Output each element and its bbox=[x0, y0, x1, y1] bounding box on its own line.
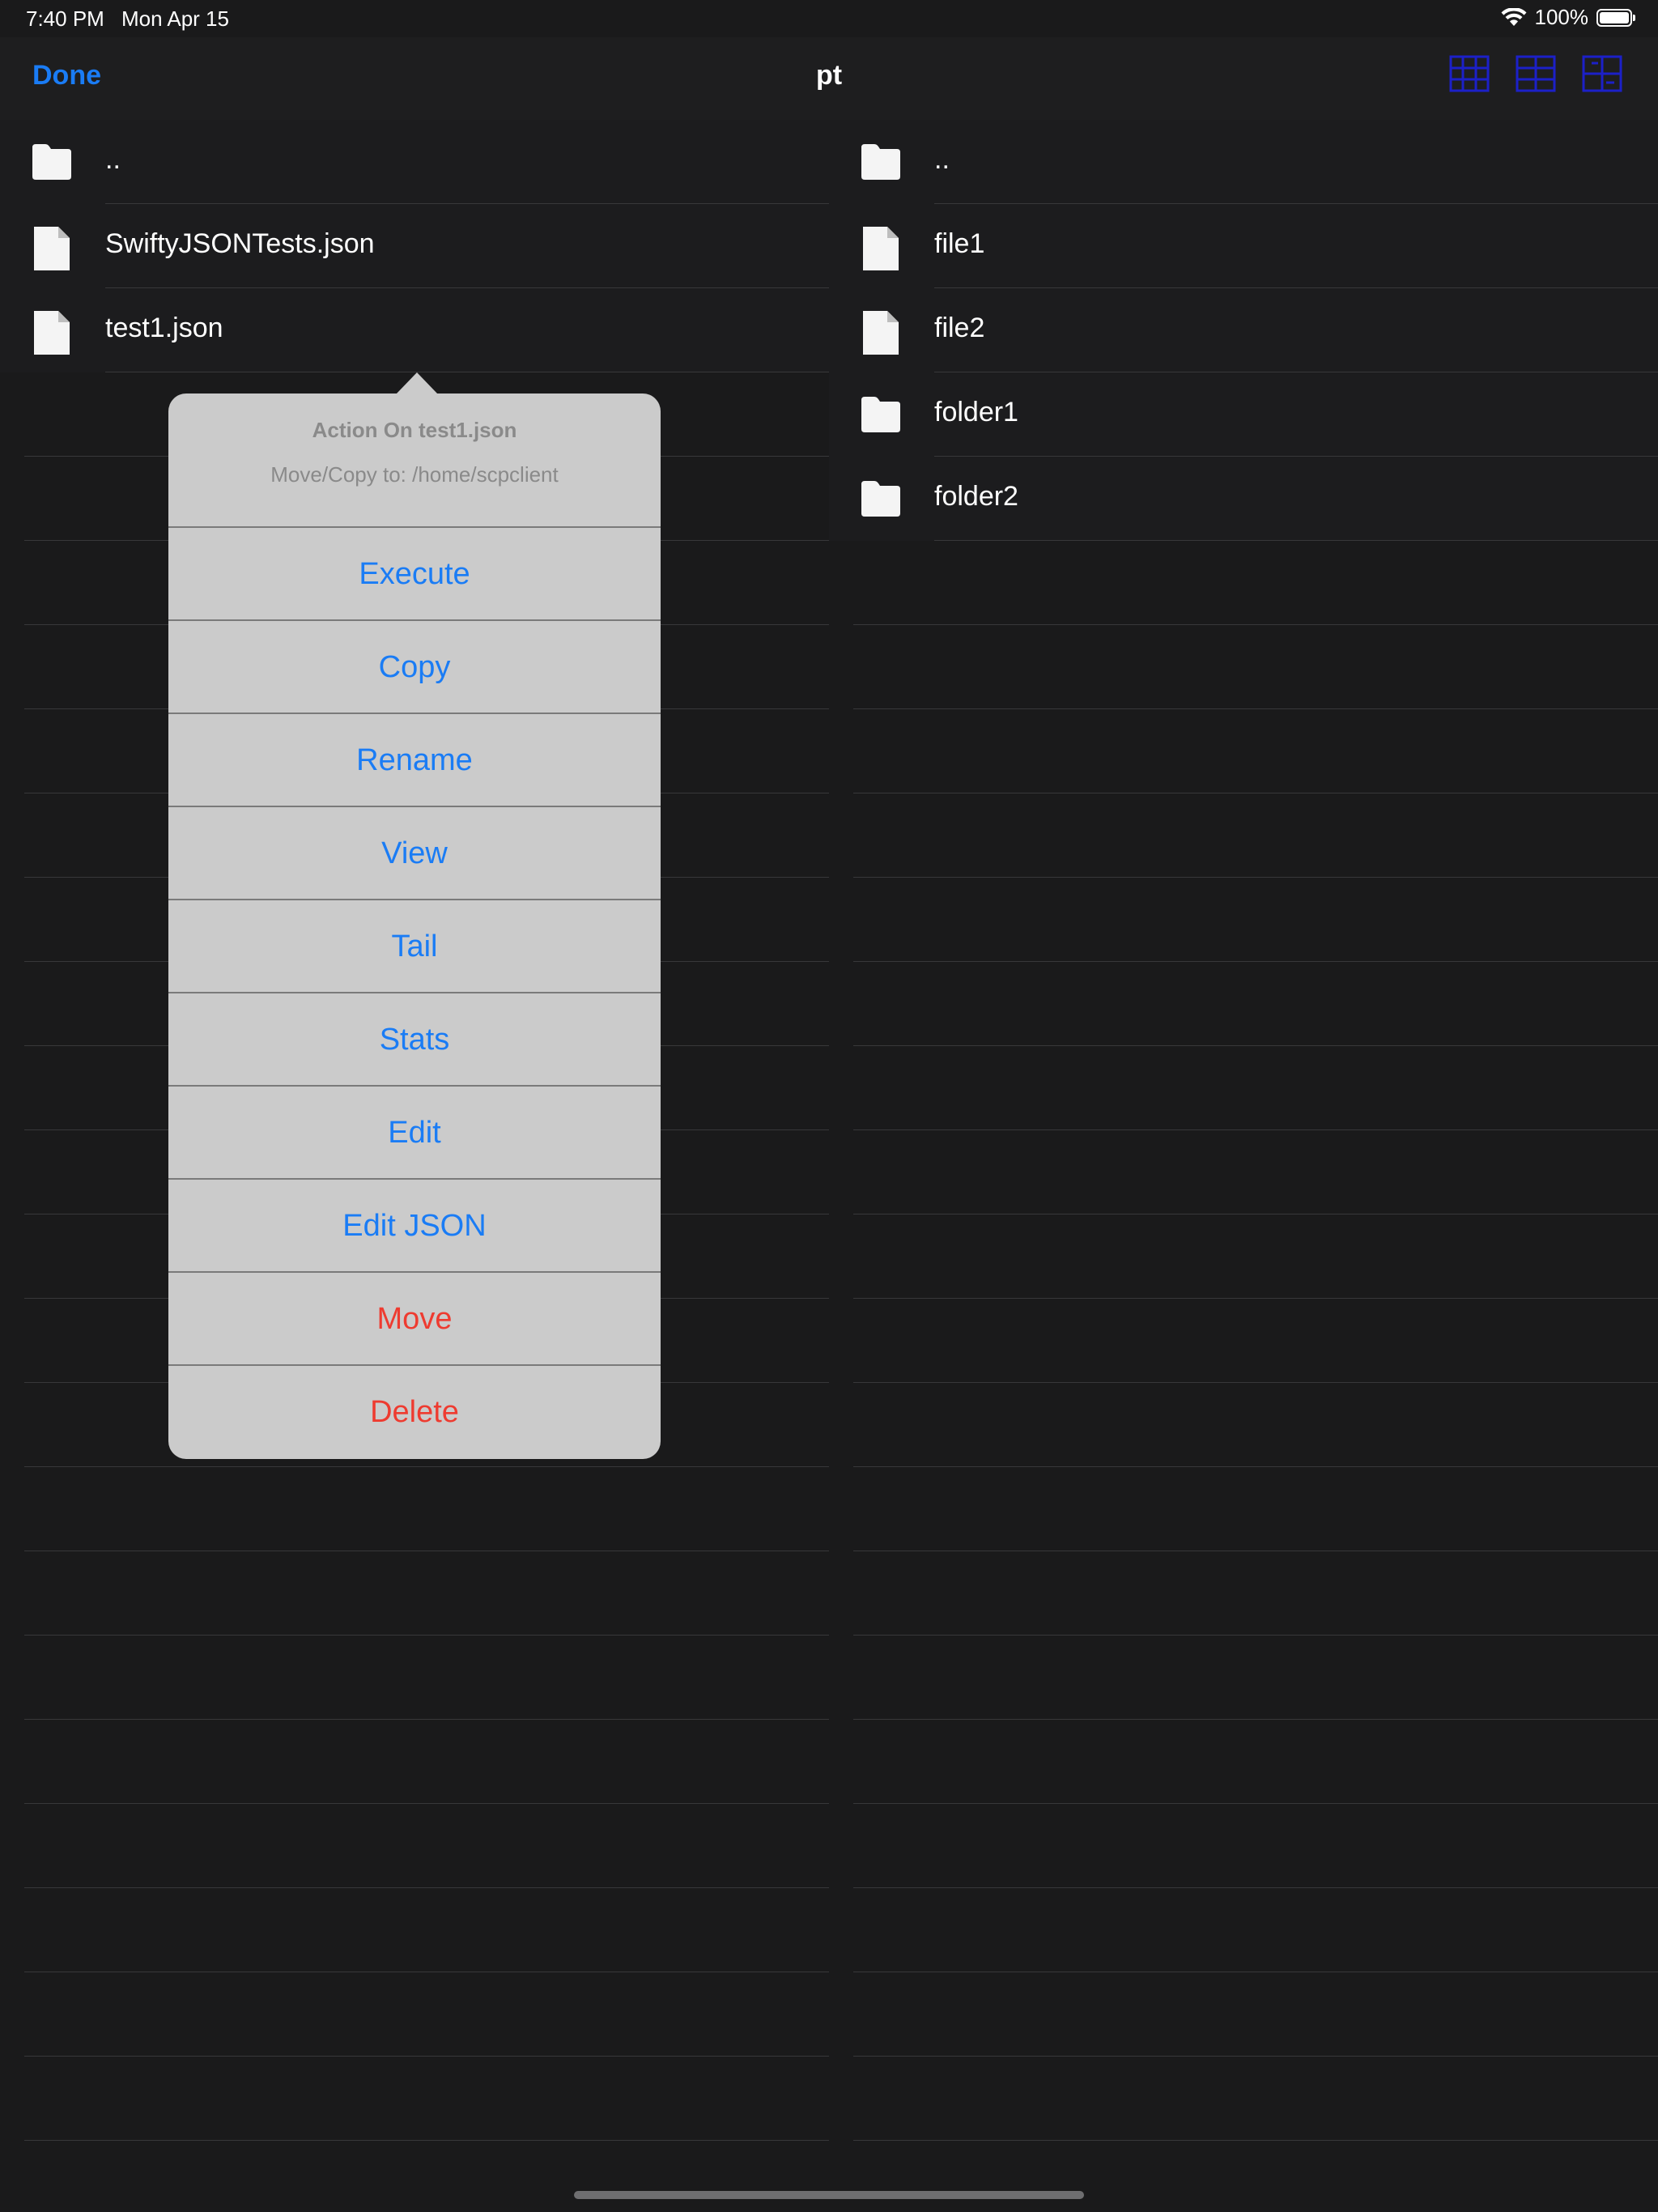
empty-row bbox=[829, 1214, 1658, 1299]
navigation-bar: Done pt bbox=[0, 37, 1658, 120]
battery-fill bbox=[1600, 11, 1629, 23]
popover-arrow bbox=[396, 372, 438, 394]
row-separator bbox=[853, 2140, 1658, 2141]
status-bar: 7:40 PM Mon Apr 15 100% bbox=[0, 0, 1658, 37]
empty-row bbox=[0, 1804, 829, 1888]
split-layout-icon[interactable] bbox=[1582, 55, 1622, 92]
empty-row bbox=[829, 1046, 1658, 1130]
action-edit-json-button[interactable]: Edit JSON bbox=[168, 1180, 661, 1273]
folder-icon bbox=[858, 143, 903, 181]
popover-message: Move/Copy to: /home/scpclient bbox=[270, 462, 559, 487]
file-row[interactable]: file1 bbox=[829, 204, 1658, 288]
home-indicator[interactable] bbox=[574, 2191, 1084, 2199]
file-row[interactable]: folder1 bbox=[829, 372, 1658, 457]
empty-row bbox=[0, 1972, 829, 2057]
action-move-button[interactable]: Move bbox=[168, 1273, 661, 1366]
empty-row bbox=[0, 1636, 829, 1720]
empty-row bbox=[0, 2057, 829, 2141]
file-icon bbox=[29, 227, 74, 274]
file-name: file2 bbox=[934, 313, 985, 343]
empty-row bbox=[829, 541, 1658, 625]
layout-switcher bbox=[1449, 55, 1622, 92]
empty-row bbox=[829, 878, 1658, 962]
action-popover: Action On test1.json Move/Copy to: /home… bbox=[168, 393, 661, 1459]
grid-layout-icon[interactable] bbox=[1449, 55, 1490, 92]
empty-row bbox=[0, 1467, 829, 1551]
folder-icon bbox=[858, 479, 903, 518]
battery-tip bbox=[1633, 14, 1635, 21]
battery-percent: 100% bbox=[1534, 5, 1589, 29]
empty-row bbox=[829, 1130, 1658, 1214]
action-rename-button[interactable]: Rename bbox=[168, 714, 661, 807]
action-edit-button[interactable]: Edit bbox=[168, 1087, 661, 1180]
folder-icon bbox=[29, 143, 74, 181]
empty-row bbox=[0, 1888, 829, 1972]
status-right: 100% bbox=[1501, 5, 1635, 30]
empty-row bbox=[829, 1551, 1658, 1636]
action-delete-button[interactable]: Delete bbox=[168, 1366, 661, 1459]
file-name: SwiftyJSONTests.json bbox=[105, 228, 375, 259]
file-icon bbox=[858, 311, 903, 358]
popover-header: Action On test1.json Move/Copy to: /home… bbox=[168, 393, 661, 528]
status-time: 7:40 PM bbox=[26, 6, 104, 31]
right-file-list: .. file1 file2 folder1 folder2 bbox=[829, 120, 1658, 2193]
file-row[interactable]: folder2 bbox=[829, 457, 1658, 541]
row-separator bbox=[24, 2140, 829, 2141]
app-root: 7:40 PM Mon Apr 15 100% Done pt .. Swift… bbox=[0, 0, 1658, 2212]
empty-row bbox=[829, 1720, 1658, 1804]
file-name: file1 bbox=[934, 228, 985, 259]
status-date: Mon Apr 15 bbox=[121, 6, 229, 31]
empty-row bbox=[829, 793, 1658, 878]
file-row[interactable]: SwiftyJSONTests.json bbox=[0, 204, 829, 288]
action-execute-button[interactable]: Execute bbox=[168, 528, 661, 621]
empty-row bbox=[829, 1299, 1658, 1383]
file-row[interactable]: file2 bbox=[829, 288, 1658, 372]
empty-row bbox=[0, 1551, 829, 1636]
wifi-icon bbox=[1501, 7, 1526, 26]
empty-row bbox=[829, 962, 1658, 1046]
empty-row bbox=[829, 1804, 1658, 1888]
file-icon bbox=[858, 227, 903, 274]
empty-row bbox=[0, 1720, 829, 1804]
empty-row bbox=[829, 1972, 1658, 2057]
columns-layout-icon[interactable] bbox=[1516, 55, 1556, 92]
empty-row bbox=[829, 2057, 1658, 2141]
action-copy-button[interactable]: Copy bbox=[168, 621, 661, 714]
file-icon bbox=[29, 311, 74, 358]
empty-row bbox=[829, 1383, 1658, 1467]
file-name: folder2 bbox=[934, 481, 1018, 512]
file-name: .. bbox=[105, 144, 121, 175]
file-name: test1.json bbox=[105, 313, 223, 343]
action-view-button[interactable]: View bbox=[168, 807, 661, 900]
action-stats-button[interactable]: Stats bbox=[168, 993, 661, 1087]
action-list: Execute Copy Rename View Tail Stats Edit Edit J… bbox=[168, 528, 661, 1459]
empty-row bbox=[829, 709, 1658, 793]
file-row[interactable]: .. bbox=[0, 120, 829, 204]
page-title: pt bbox=[815, 60, 843, 91]
empty-row bbox=[829, 1888, 1658, 1972]
action-tail-button[interactable]: Tail bbox=[168, 900, 661, 993]
empty-row bbox=[829, 1467, 1658, 1551]
file-row[interactable]: .. bbox=[829, 120, 1658, 204]
file-name: folder1 bbox=[934, 397, 1018, 428]
popover-title: Action On test1.json bbox=[312, 418, 517, 442]
folder-icon bbox=[858, 395, 903, 434]
battery-icon bbox=[1596, 8, 1635, 27]
file-name: .. bbox=[934, 144, 950, 175]
file-row[interactable]: test1.json bbox=[0, 288, 829, 372]
empty-row bbox=[829, 1636, 1658, 1720]
empty-row bbox=[829, 625, 1658, 709]
